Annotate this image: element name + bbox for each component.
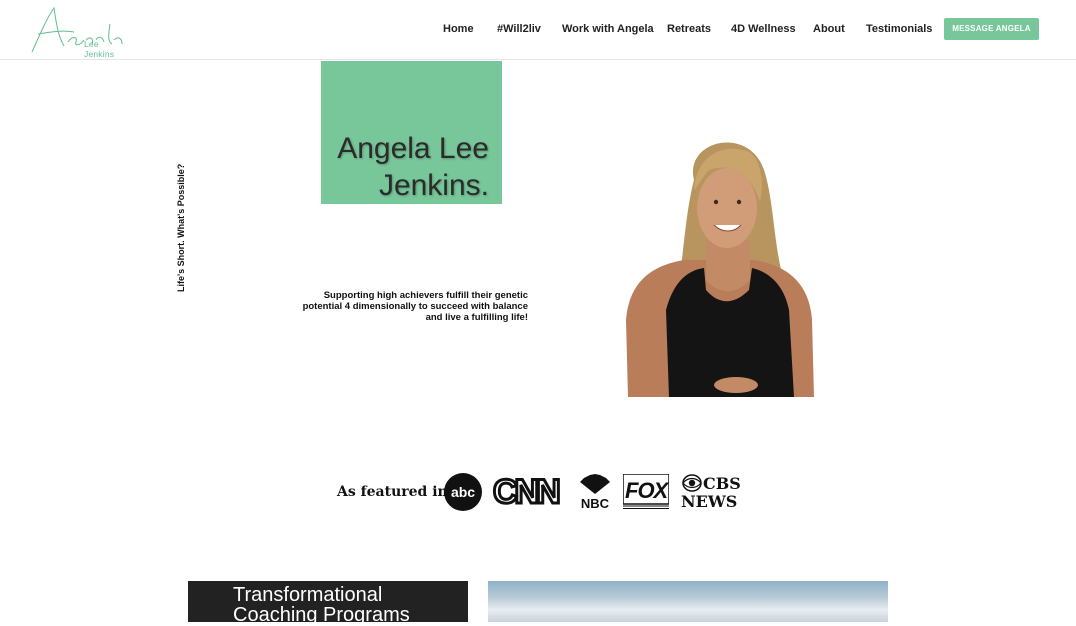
nav-will2liv[interactable]: #Will2liv [497, 23, 541, 35]
nbc-logo: NBC [576, 474, 614, 512]
cbs-logo-text: CBS [703, 474, 741, 493]
abc-logo: abc [444, 473, 482, 511]
logo-subtitle: Lee Jenkins [84, 39, 115, 59]
site-logo[interactable]: Lee Jenkins [28, 2, 128, 59]
coaching-programs-card[interactable]: Transformational Coaching Programs [188, 581, 468, 626]
cnn-logo: CNN [492, 472, 563, 513]
nbc-logo-text: NBC [580, 496, 610, 511]
nav-testimonials[interactable]: Testimonials [866, 23, 932, 35]
nav-retreats[interactable]: Retreats [667, 23, 711, 35]
hero-name-line1: Angela Lee [337, 132, 489, 165]
nav-4d-wellness[interactable]: 4D Wellness [731, 23, 796, 35]
nav-home[interactable]: Home [443, 23, 474, 35]
cbs-eye-icon [682, 474, 702, 492]
site-header: Lee Jenkins Home #Will2liv Work with Ang… [0, 0, 1076, 60]
cbs-news-logo: CBS NEWS [681, 474, 741, 512]
nav-about[interactable]: About [813, 23, 845, 35]
coaching-programs-title: Transformational Coaching Programs [233, 584, 410, 626]
vertical-tagline: Life's Short. What's Possible? [176, 163, 186, 292]
fox-logo-text: FOX [625, 478, 668, 503]
peacock-icon [580, 474, 610, 494]
hero-support-text: Supporting high achievers fulfill their … [302, 290, 528, 323]
name-box: Angela Lee Jenkins. [321, 61, 502, 204]
sky-photo [488, 581, 888, 622]
nav-work-with-angela[interactable]: Work with Angela [562, 23, 654, 35]
hero-name-line2: Jenkins. [378, 169, 489, 202]
hero-name: Angela Lee Jenkins. [337, 130, 489, 204]
featured-label: As featured in: [337, 484, 453, 500]
portrait-photo [626, 142, 814, 397]
news-logo-text: NEWS [681, 492, 738, 511]
fox-logo: FOX [622, 473, 670, 510]
message-angela-button[interactable]: MESSAGE ANGELA [944, 18, 1039, 40]
